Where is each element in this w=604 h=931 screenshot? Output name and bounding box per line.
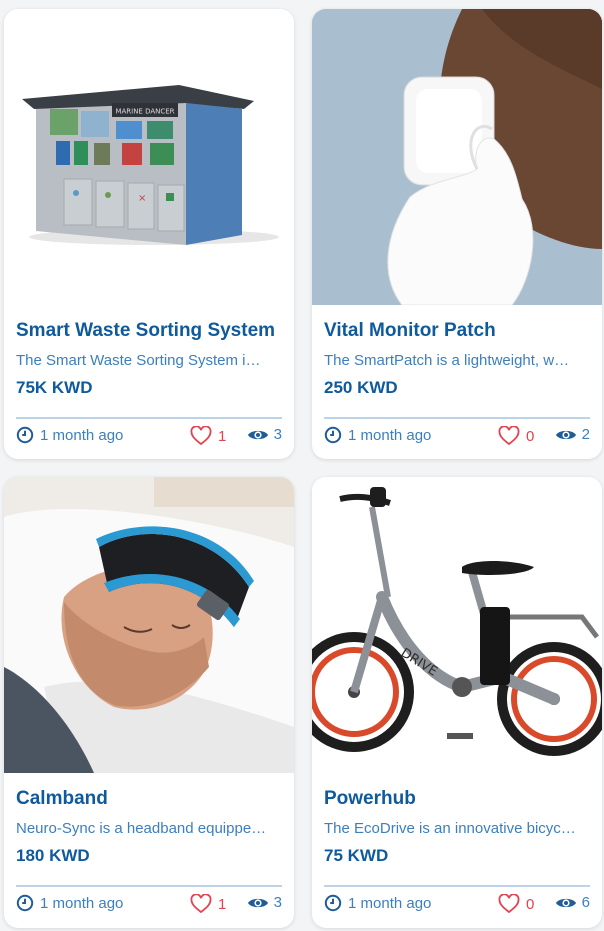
posted-time: 1 month ago [324,894,431,912]
like-button[interactable]: 0 [498,894,534,914]
waste-kiosk-illustration: MARINE DANCER × [22,85,279,245]
product-price: 75 KWD [324,846,389,865]
product-card[interactable]: MARINE DANCER × Smart Waste Sorting Syst… [4,9,294,459]
product-image[interactable] [4,477,294,773]
product-card[interactable]: Calmband Neuro-Sync is a headband equipp… [4,477,294,928]
clock-icon [324,894,342,912]
posted-time: 1 month ago [324,426,431,444]
heart-icon [190,894,212,914]
product-title[interactable]: Powerhub [324,788,416,810]
clock-icon [16,426,34,444]
posted-time: 1 month ago [16,894,123,912]
product-title[interactable]: Vital Monitor Patch [324,320,496,342]
time-text: 1 month ago [40,894,124,912]
svg-text:×: × [138,193,146,204]
like-button[interactable]: 1 [190,894,226,914]
divider [16,885,282,887]
product-title[interactable]: Smart Waste Sorting System [16,320,275,342]
view-count: 3 [273,894,282,911]
card-footer: 1 month ago 1 3 [16,894,282,916]
view-count: 6 [581,894,590,911]
like-count: 0 [526,427,535,445]
like-count: 1 [218,427,227,445]
eye-icon [247,430,268,439]
product-price: 180 KWD [16,846,90,865]
product-price: 75K KWD [16,378,93,397]
divider [324,417,590,419]
view-count: 3 [273,426,282,443]
product-description: The EcoDrive is an innovative bicyc… [324,820,576,837]
divider [324,885,590,887]
view-count: 2 [581,426,590,443]
clock-icon [324,426,342,444]
view-count-area: 3 [247,426,282,443]
product-title[interactable]: Calmband [16,788,108,810]
time-text: 1 month ago [40,426,124,444]
product-image[interactable] [312,9,602,305]
product-card[interactable]: Vital Monitor Patch The SmartPatch is a … [312,9,602,459]
product-description: The SmartPatch is a lightweight, w… [324,352,570,369]
eye-icon [247,898,268,907]
heart-icon [498,426,520,446]
electric-bicycle-illustration: DRIVE [312,477,602,773]
view-count-area: 3 [247,894,282,911]
card-footer: 1 month ago 0 6 [324,894,590,916]
like-button[interactable]: 1 [190,426,226,446]
eye-icon [555,898,576,907]
view-count-area: 6 [555,894,590,911]
posted-time: 1 month ago [16,426,123,444]
divider [16,417,282,419]
heart-icon [190,426,212,446]
sleeping-man-headband-illustration [4,477,294,773]
heart-icon [498,894,520,914]
view-count-area: 2 [555,426,590,443]
time-text: 1 month ago [348,426,432,444]
like-count: 0 [526,895,535,913]
patch-on-arm-illustration [312,9,602,305]
product-image[interactable]: MARINE DANCER × [4,9,294,305]
product-description: Neuro-Sync is a headband equippe… [16,820,267,837]
eye-icon [555,430,576,439]
product-grid: MARINE DANCER × Smart Waste Sorting Syst… [0,0,604,931]
card-footer: 1 month ago 1 3 [16,426,282,448]
time-text: 1 month ago [348,894,432,912]
product-card[interactable]: DRIVE Powerhub The EcoDrive is an innova… [312,477,602,928]
product-description: The Smart Waste Sorting System i… [16,352,261,369]
like-button[interactable]: 0 [498,426,534,446]
like-count: 1 [218,895,227,913]
card-footer: 1 month ago 0 2 [324,426,590,448]
product-image[interactable]: DRIVE [312,477,602,773]
clock-icon [16,894,34,912]
kiosk-sign-text: MARINE DANCER [115,108,174,116]
product-price: 250 KWD [324,378,398,397]
